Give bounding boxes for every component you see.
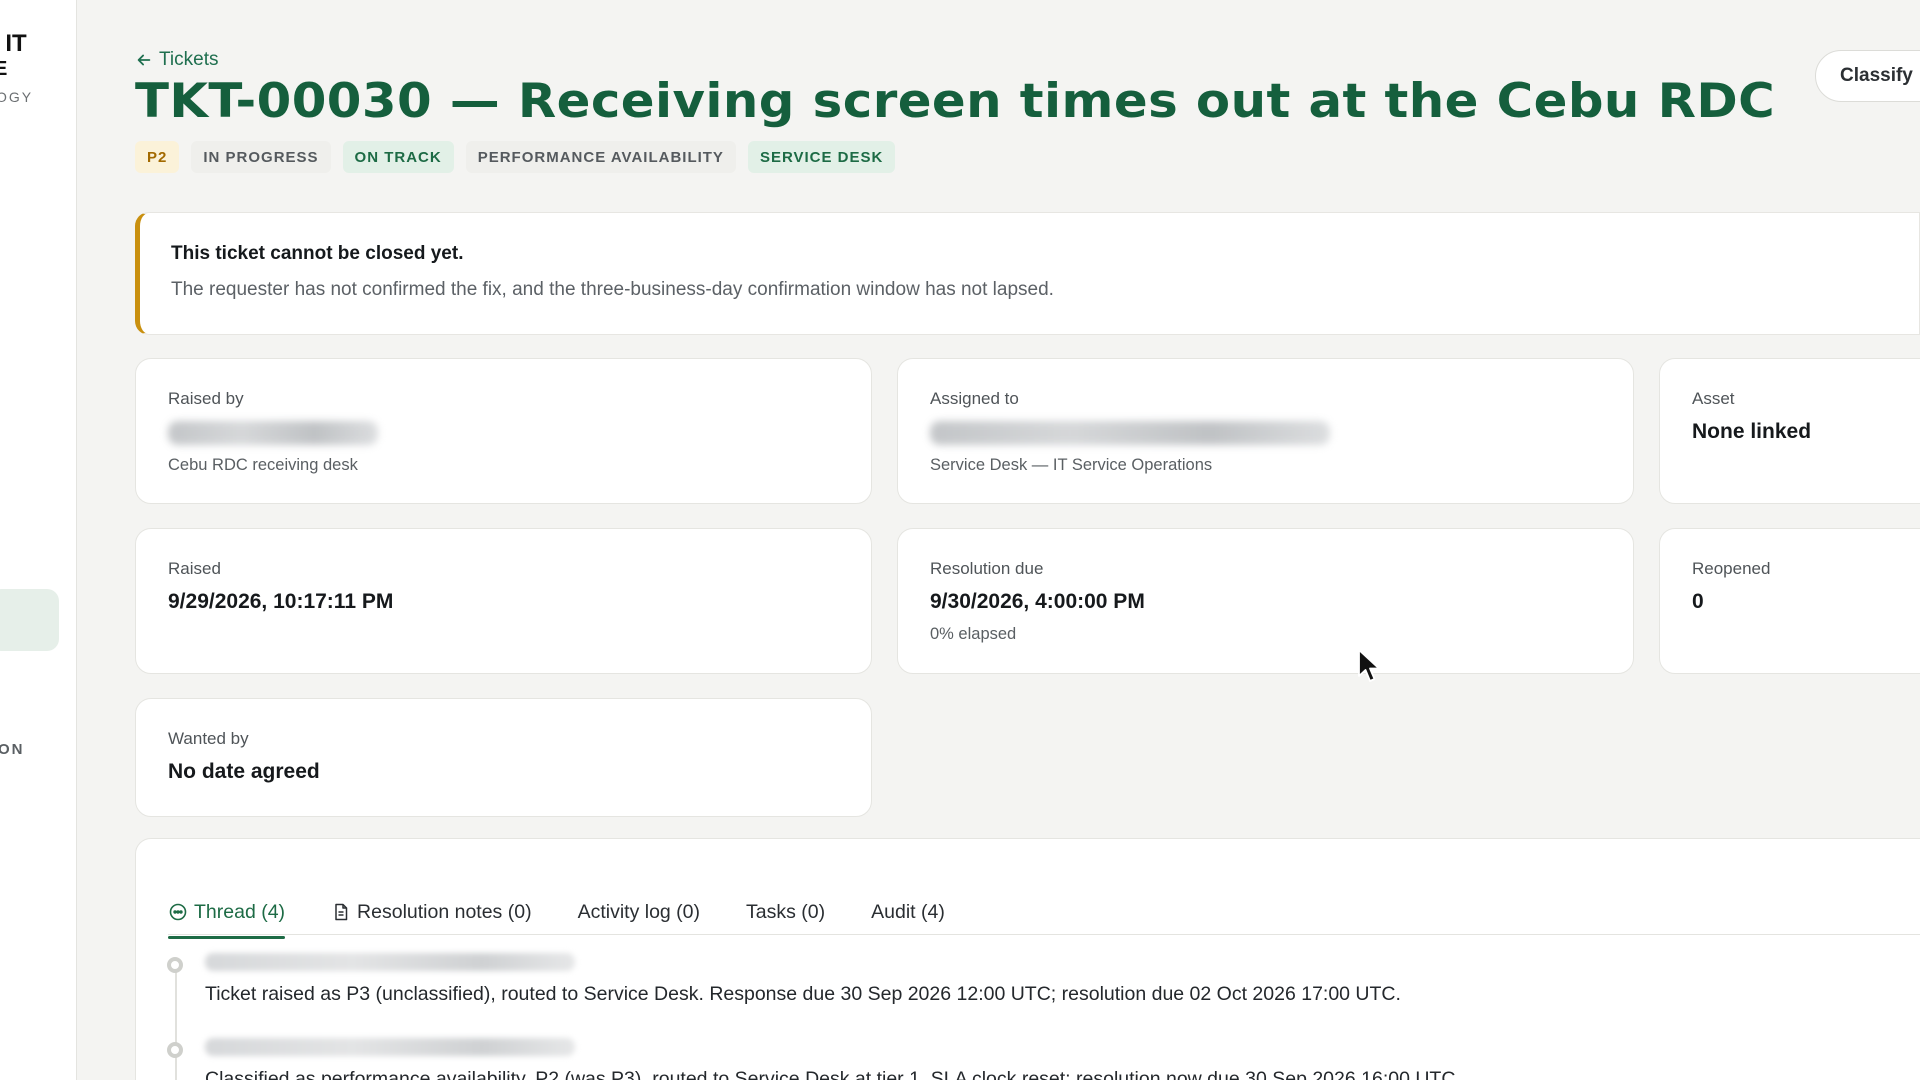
team-badge: SERVICE DESK xyxy=(747,141,896,173)
tab-resolution-notes-label: Resolution notes (0) xyxy=(357,900,532,923)
timeline-dot xyxy=(167,1042,183,1058)
brand-name-line2: E xyxy=(0,58,7,81)
status-badges: P2 IN PROGRESS ON TRACK PERFORMANCE AVAI… xyxy=(135,141,896,173)
classify-button[interactable]: Classify xyxy=(1815,50,1920,102)
asset-label: Asset xyxy=(1692,389,1735,408)
entry-text: Classified as performance availability, … xyxy=(205,1068,1461,1080)
raised-card: Raised 9/29/2026, 10:17:11 PM xyxy=(135,528,872,674)
assigned-team: Service Desk — IT Service Operations xyxy=(930,456,1213,474)
tab-tasks[interactable]: Tasks (0) xyxy=(746,889,825,935)
wanted-by-card: Wanted by No date agreed xyxy=(135,698,872,817)
wanted-by-value: No date agreed xyxy=(168,760,320,783)
arrow-left-icon xyxy=(137,54,151,66)
back-to-tickets-link[interactable]: Tickets xyxy=(135,49,218,71)
raised-by-label: Raised by xyxy=(168,389,244,408)
entry-author-redacted xyxy=(205,953,575,971)
sidebar-item-active[interactable] xyxy=(0,589,59,651)
category-badge: PERFORMANCE AVAILABILITY xyxy=(465,141,736,173)
status-badge: IN PROGRESS xyxy=(191,141,331,173)
raised-label: Raised xyxy=(168,559,221,578)
priority-badge: P2 xyxy=(135,141,180,173)
main-content: Tickets TKT-00030 — Receiving screen tim… xyxy=(135,0,1920,1080)
reopened-label: Reopened xyxy=(1692,559,1771,578)
page-title: TKT-00030 — Receiving screen times out a… xyxy=(135,74,1776,129)
sidebar: l IT E OGY ON xyxy=(0,0,77,1080)
resolution-due-card: Resolution due 9/30/2026, 4:00:00 PM 0% … xyxy=(897,528,1634,674)
sidebar-section-label: ON xyxy=(0,741,25,758)
asset-card: Asset None linked xyxy=(1659,358,1920,504)
brand-name: l IT xyxy=(0,30,27,57)
raised-value: 9/29/2026, 10:17:11 PM xyxy=(168,590,394,613)
tab-audit-label: Audit (4) xyxy=(871,900,945,923)
raised-by-location: Cebu RDC receiving desk xyxy=(168,456,358,474)
assigned-to-card: Assigned to Service Desk — IT Service Op… xyxy=(897,358,1634,504)
chat-bubble-icon xyxy=(169,903,187,921)
timeline-dot xyxy=(167,957,183,973)
reopened-value: 0 xyxy=(1692,590,1704,613)
assignee-name-redacted xyxy=(930,421,1330,445)
entry-author-redacted xyxy=(205,1038,575,1056)
assigned-to-label: Assigned to xyxy=(930,389,1019,408)
resolution-due-label: Resolution due xyxy=(930,559,1044,578)
alert-title: This ticket cannot be closed yet. xyxy=(171,243,464,264)
document-icon xyxy=(335,903,348,921)
entry-text: Ticket raised as P3 (unclassified), rout… xyxy=(205,983,1401,1005)
asset-value: None linked xyxy=(1692,420,1812,443)
brand-tagline: OGY xyxy=(0,89,34,105)
tab-thread-label: Thread (4) xyxy=(194,900,286,923)
reopened-card: Reopened 0 xyxy=(1659,528,1920,674)
sla-badge: ON TRACK xyxy=(342,141,454,173)
tab-activity-log-label: Activity log (0) xyxy=(577,900,701,923)
tabs-divider xyxy=(168,934,1920,935)
ticket-tabs: Thread (4) Resolution notes (0) Activity… xyxy=(168,889,1920,945)
timeline-line xyxy=(175,963,177,1080)
resolution-due-value: 9/30/2026, 4:00:00 PM xyxy=(930,590,1145,613)
mouse-cursor-icon xyxy=(1358,649,1380,682)
tab-activity-log[interactable]: Activity log (0) xyxy=(578,889,700,935)
sla-elapsed: 0% elapsed xyxy=(930,625,1017,643)
tab-audit[interactable]: Audit (4) xyxy=(871,889,945,935)
tab-tasks-label: Tasks (0) xyxy=(746,900,826,923)
raised-by-name-redacted xyxy=(168,421,378,445)
close-blocked-alert: This ticket cannot be closed yet. The re… xyxy=(135,212,1920,335)
alert-text: The requester has not confirmed the fix,… xyxy=(171,279,1054,300)
wanted-by-label: Wanted by xyxy=(168,729,249,748)
back-link-label: Tickets xyxy=(159,49,219,70)
tab-thread[interactable]: Thread (4) xyxy=(168,889,286,939)
tab-resolution-notes[interactable]: Resolution notes (0) xyxy=(331,889,532,935)
raised-by-card: Raised by Cebu RDC receiving desk xyxy=(135,358,872,504)
